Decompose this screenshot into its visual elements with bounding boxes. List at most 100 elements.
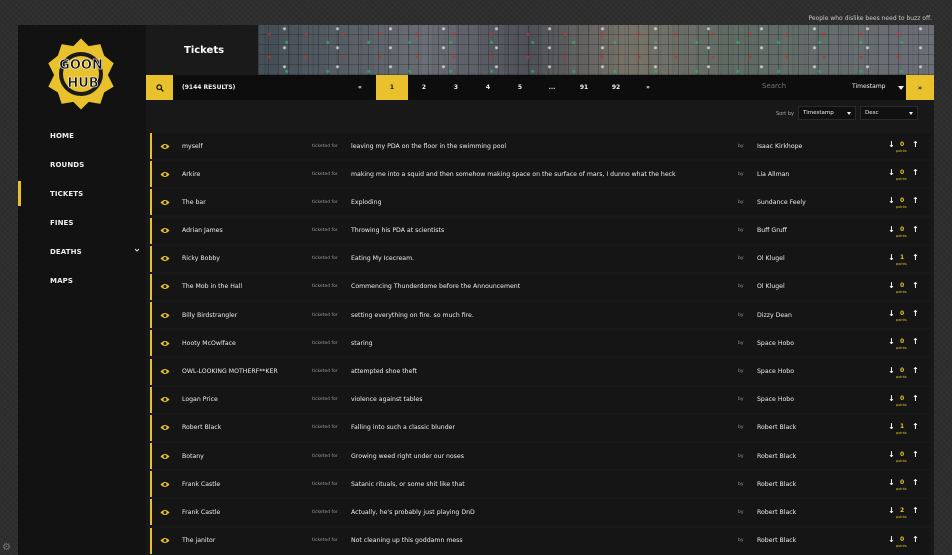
ticket-player[interactable]: Hooty McOwlface xyxy=(182,330,236,356)
ticket-row[interactable]: The janitor ticketed for Not cleaning up t… xyxy=(150,527,930,554)
ticket-row[interactable]: Frank Castle ticketed for Satanic rituals,… xyxy=(150,471,930,498)
ticket-issuer[interactable]: Robert Black xyxy=(757,471,796,497)
ticket-issuer[interactable]: Space Hobo xyxy=(757,359,794,385)
eye-icon[interactable] xyxy=(160,189,170,215)
sort-field-select[interactable]: Timestamp xyxy=(798,106,856,120)
sidebar-item-fines[interactable]: FINES xyxy=(18,208,146,237)
ticket-issuer[interactable]: Robert Black xyxy=(757,528,796,554)
downvote-arrow-icon[interactable]: ↓ xyxy=(888,338,895,346)
eye-icon[interactable] xyxy=(160,528,170,554)
downvote-arrow-icon[interactable]: ↓ xyxy=(888,141,895,149)
sidebar-item-home[interactable]: HOME xyxy=(18,121,146,150)
ticket-row[interactable]: Hooty McOwlface ticketed for staring by Spac… xyxy=(150,330,930,357)
eye-icon[interactable] xyxy=(160,499,170,525)
page-next[interactable]: » xyxy=(632,75,664,100)
search-input[interactable] xyxy=(762,82,842,90)
ticket-issuer[interactable]: Robert Black xyxy=(757,443,796,469)
eye-icon[interactable] xyxy=(160,161,170,187)
eye-icon[interactable] xyxy=(160,133,170,159)
downvote-arrow-icon[interactable]: ↓ xyxy=(888,197,895,205)
downvote-arrow-icon[interactable]: ↓ xyxy=(888,310,895,318)
sort-direction-select[interactable]: Desc xyxy=(860,106,918,120)
ticket-row[interactable]: Ricky Bobby ticketed for Eating My Icecrea… xyxy=(150,245,930,272)
downvote-arrow-icon[interactable]: ↓ xyxy=(888,535,895,544)
page-92[interactable]: 92 xyxy=(600,75,632,100)
downvote-arrow-icon[interactable]: ↓ xyxy=(888,394,895,403)
downvote-arrow-icon[interactable]: ↓ xyxy=(888,422,895,431)
upvote-arrow-icon[interactable]: ↑ xyxy=(912,479,919,487)
page-2[interactable]: 2 xyxy=(408,75,440,100)
ticket-row[interactable]: Billy Birdstrangler ticketed for setting e… xyxy=(150,302,930,329)
ticket-issuer[interactable]: Isaac Kirkhope xyxy=(757,133,802,159)
downvote-arrow-icon[interactable]: ↓ xyxy=(888,366,895,375)
ticket-row[interactable]: Arkire ticketed for making me into a squid… xyxy=(150,161,930,188)
ticket-issuer[interactable]: Lia Allman xyxy=(757,161,789,187)
upvote-arrow-icon[interactable]: ↑ xyxy=(912,535,919,544)
downvote-arrow-icon[interactable]: ↓ xyxy=(888,253,895,262)
ticket-player[interactable]: The janitor xyxy=(182,528,215,554)
ticket-issuer[interactable]: Buff Gruff xyxy=(757,218,787,244)
ticket-row[interactable]: Botany ticketed for Growing weed right und… xyxy=(150,443,930,470)
sidebar-item-maps[interactable]: MAPS xyxy=(18,266,146,295)
search-go-button[interactable]: » xyxy=(906,75,934,100)
downvote-arrow-icon[interactable]: ↓ xyxy=(888,451,895,459)
eye-icon[interactable] xyxy=(160,415,170,441)
ticket-player[interactable]: The bar xyxy=(182,189,206,215)
ticket-issuer[interactable]: Dizzy Dean xyxy=(757,302,792,328)
ticket-row[interactable]: Robert Black ticketed for Falling into suc… xyxy=(150,414,930,441)
upvote-arrow-icon[interactable]: ↑ xyxy=(912,169,919,177)
ticket-player[interactable]: myself xyxy=(182,133,203,159)
ticket-player[interactable]: Frank Castle xyxy=(182,471,220,497)
ticket-row[interactable]: OWL-LOOKING MOTHERF**KER ticketed for atte… xyxy=(150,358,930,385)
ticket-row[interactable]: Logan Price ticketed for violence against … xyxy=(150,386,930,413)
upvote-arrow-icon[interactable]: ↑ xyxy=(912,281,919,290)
upvote-arrow-icon[interactable]: ↑ xyxy=(912,451,919,459)
page-1[interactable]: 1 xyxy=(376,75,408,100)
downvote-arrow-icon[interactable]: ↓ xyxy=(888,169,895,177)
sidebar-item-deaths[interactable]: DEATHS xyxy=(18,237,146,266)
ticket-row[interactable]: The Mob in the Hall ticketed for Commencin… xyxy=(150,273,930,300)
sidebar-item-rounds[interactable]: ROUNDS xyxy=(18,150,146,179)
ticket-issuer[interactable]: Space Hobo xyxy=(757,330,794,356)
sidebar-item-tickets[interactable]: TICKETS xyxy=(18,179,146,208)
ticket-player[interactable]: OWL-LOOKING MOTHERF**KER xyxy=(182,359,278,385)
eye-icon[interactable] xyxy=(160,387,170,413)
eye-icon[interactable] xyxy=(160,274,170,300)
ticket-player[interactable]: Frank Castle xyxy=(182,499,220,525)
ticket-player[interactable]: Botany xyxy=(182,443,204,469)
upvote-arrow-icon[interactable]: ↑ xyxy=(912,197,919,205)
chevron-down-icon[interactable] xyxy=(134,247,140,253)
page-91[interactable]: 91 xyxy=(568,75,600,100)
page-4[interactable]: 4 xyxy=(472,75,504,100)
page-3[interactable]: 3 xyxy=(440,75,472,100)
upvote-arrow-icon[interactable]: ↑ xyxy=(912,310,919,318)
upvote-arrow-icon[interactable]: ↑ xyxy=(912,253,919,262)
eye-icon[interactable] xyxy=(160,359,170,385)
ticket-row[interactable]: myself ticketed for leaving my PDA on the … xyxy=(150,133,930,159)
ticket-row[interactable]: The bar ticketed for Exploding by Sundance F… xyxy=(150,189,930,216)
ticket-player[interactable]: Arkire xyxy=(182,161,200,187)
ticket-player[interactable]: Ricky Bobby xyxy=(182,246,220,272)
ticket-player[interactable]: The Mob in the Hall xyxy=(182,274,242,300)
ticket-issuer[interactable]: Ol Klugel xyxy=(757,246,785,272)
ticket-player[interactable]: Logan Price xyxy=(182,387,218,413)
eye-icon[interactable] xyxy=(160,443,170,469)
ticket-issuer[interactable]: Robert Black xyxy=(757,499,796,525)
upvote-arrow-icon[interactable]: ↑ xyxy=(912,394,919,403)
page-5[interactable]: 5 xyxy=(504,75,536,100)
ticket-issuer[interactable]: Ol Klugel xyxy=(757,274,785,300)
eye-icon[interactable] xyxy=(160,218,170,244)
upvote-arrow-icon[interactable]: ↑ xyxy=(912,366,919,375)
downvote-arrow-icon[interactable]: ↓ xyxy=(888,507,895,515)
downvote-arrow-icon[interactable]: ↓ xyxy=(888,281,895,290)
upvote-arrow-icon[interactable]: ↑ xyxy=(912,225,919,234)
eye-icon[interactable] xyxy=(160,302,170,328)
ticket-row[interactable]: Frank Castle ticketed for Actually, he's p… xyxy=(150,499,930,526)
upvote-arrow-icon[interactable]: ↑ xyxy=(912,422,919,431)
ticket-issuer[interactable]: Sundance Feely xyxy=(757,189,806,215)
eye-icon[interactable] xyxy=(160,246,170,272)
search-toggle-button[interactable] xyxy=(146,75,173,100)
eye-icon[interactable] xyxy=(160,330,170,356)
ticket-issuer[interactable]: Robert Black xyxy=(757,415,796,441)
search-field-select[interactable]: Timestamp xyxy=(852,83,886,90)
